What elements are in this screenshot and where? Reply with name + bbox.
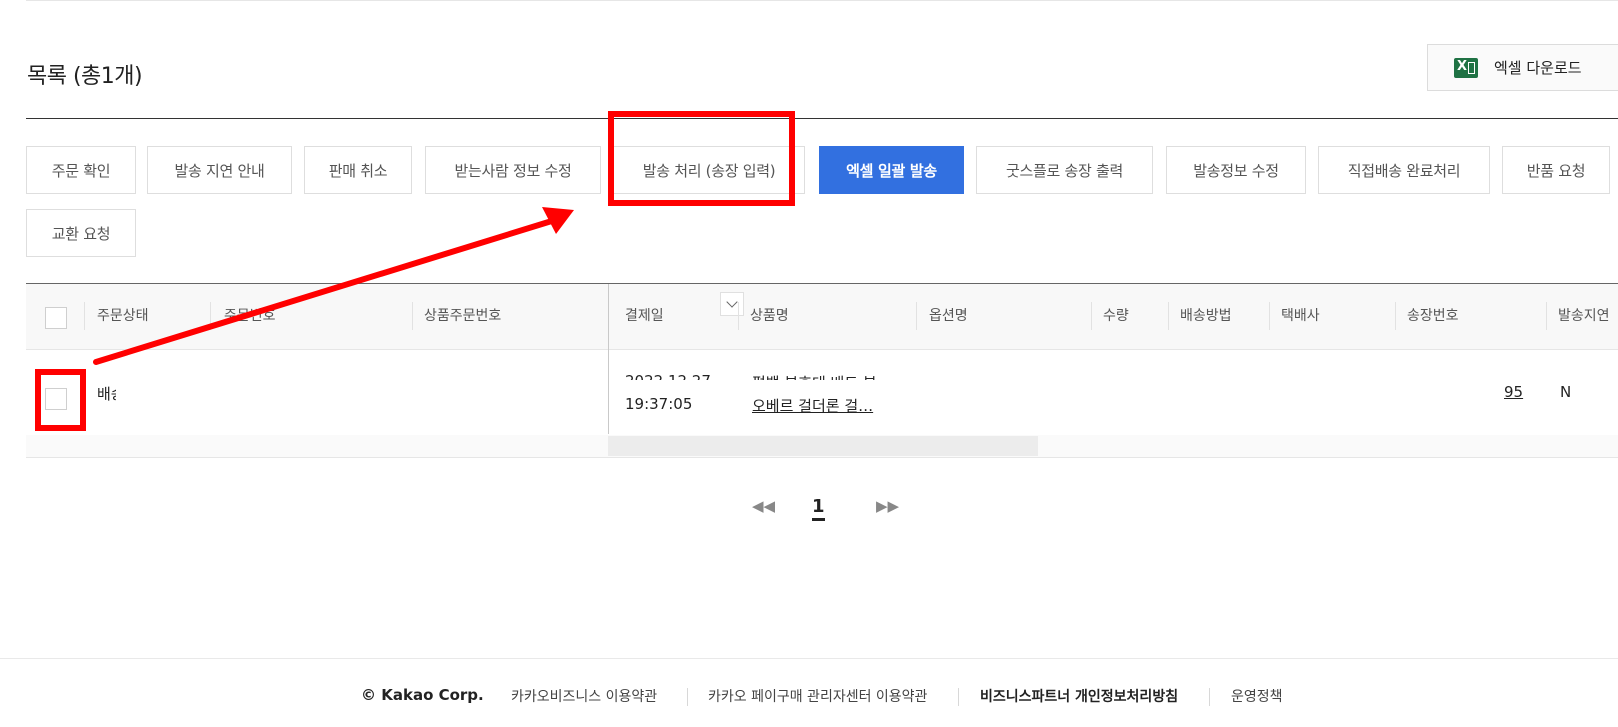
edit-shipping-info-button[interactable]: 발송정보 수정 [1166, 146, 1306, 194]
row-payment-date-line2: 19:37:05 [625, 395, 693, 413]
column-separator [1168, 302, 1169, 330]
header-order-status[interactable]: 주문상태 [97, 284, 149, 349]
select-all-checkbox[interactable] [45, 307, 67, 329]
header-payment-date[interactable]: 결제일 [625, 284, 664, 349]
column-separator [1091, 302, 1092, 330]
row-invoice-number-link[interactable]: 95 [1504, 383, 1523, 401]
exchange-request-button[interactable]: 교환 요청 [26, 209, 136, 257]
cancel-sale-button[interactable]: 판매 취소 [304, 146, 412, 194]
footer-copyright: © Kakao Corp. [361, 686, 484, 704]
excel-download-button[interactable]: 엑셀 다운로드 [1427, 44, 1618, 91]
excel-bulk-ship-button[interactable]: 엑셀 일괄 발송 [819, 146, 964, 194]
footer-link-admin-terms[interactable]: 카카오 페이구매 관리자센터 이용약관 [708, 686, 927, 706]
header-product-name[interactable]: 상품명 [750, 284, 789, 349]
column-separator [412, 302, 413, 330]
direct-delivery-complete-button[interactable]: 직접배송 완료처리 [1318, 146, 1490, 194]
footer-link-privacy-policy[interactable]: 비즈니스파트너 개인정보처리방침 [980, 686, 1178, 706]
column-separator [1395, 302, 1396, 330]
header-order-number[interactable]: 주문번호 [224, 284, 276, 349]
column-separator [1546, 302, 1547, 330]
row-shipping-delay: N [1560, 383, 1572, 401]
column-separator [84, 302, 85, 330]
header-option-name[interactable]: 옵션명 [929, 284, 968, 349]
column-separator [1269, 302, 1270, 330]
column-separator [738, 302, 739, 330]
header-courier[interactable]: 택배사 [1281, 284, 1320, 349]
first-page-icon[interactable]: ◀◀ [752, 497, 775, 515]
list-title: 목록 (총1개) [27, 64, 143, 89]
excel-download-label: 엑셀 다운로드 [1494, 59, 1582, 77]
annotation-highlight-box [35, 369, 86, 431]
redaction-mask [116, 372, 616, 432]
return-request-button[interactable]: 반품 요청 [1502, 146, 1610, 194]
goodsflow-invoice-print-button[interactable]: 굿스플로 송장 출력 [976, 146, 1153, 194]
header-invoice-number[interactable]: 송장번호 [1407, 284, 1459, 349]
order-confirm-button[interactable]: 주문 확인 [26, 146, 136, 194]
table-header: 주문상태 주문번호 상품주문번호 결제일 상품명 옵션명 수량 배송방법 택배사… [26, 284, 1618, 350]
last-page-icon[interactable]: ▶▶ [876, 497, 899, 515]
header-shipping-method[interactable]: 배송방법 [1180, 284, 1232, 349]
row-product-name-link[interactable]: 오베르 걸더론 걸… [752, 395, 873, 416]
footer-link-kakao-business-terms[interactable]: 카카오비즈니스 이용약관 [511, 686, 657, 706]
column-separator [210, 302, 211, 330]
shipping-delay-notice-button[interactable]: 발송 지연 안내 [147, 146, 292, 194]
frozen-column-divider [608, 284, 609, 434]
header-quantity[interactable]: 수량 [1103, 284, 1129, 349]
annotation-highlight-box [608, 111, 795, 206]
footer-divider [0, 658, 1618, 659]
top-divider [26, 0, 1618, 1]
header-shipping-delay[interactable]: 발송지연 [1558, 284, 1610, 349]
column-separator [916, 302, 917, 330]
title-divider [26, 118, 1618, 119]
footer-separator [958, 688, 959, 706]
header-product-order-number[interactable]: 상품주문번호 [424, 284, 501, 349]
footer-link-operation-policy[interactable]: 운영정책 [1231, 686, 1283, 706]
excel-icon [1454, 57, 1478, 78]
redaction-mask [612, 380, 902, 392]
edit-recipient-button[interactable]: 받는사람 정보 수정 [425, 146, 601, 194]
footer-separator [1209, 688, 1210, 706]
horizontal-scrollbar-thumb[interactable] [608, 436, 1038, 456]
sort-dropdown-icon[interactable] [720, 292, 744, 316]
footer-separator [687, 688, 688, 706]
page-number-current[interactable]: 1 [812, 496, 825, 521]
